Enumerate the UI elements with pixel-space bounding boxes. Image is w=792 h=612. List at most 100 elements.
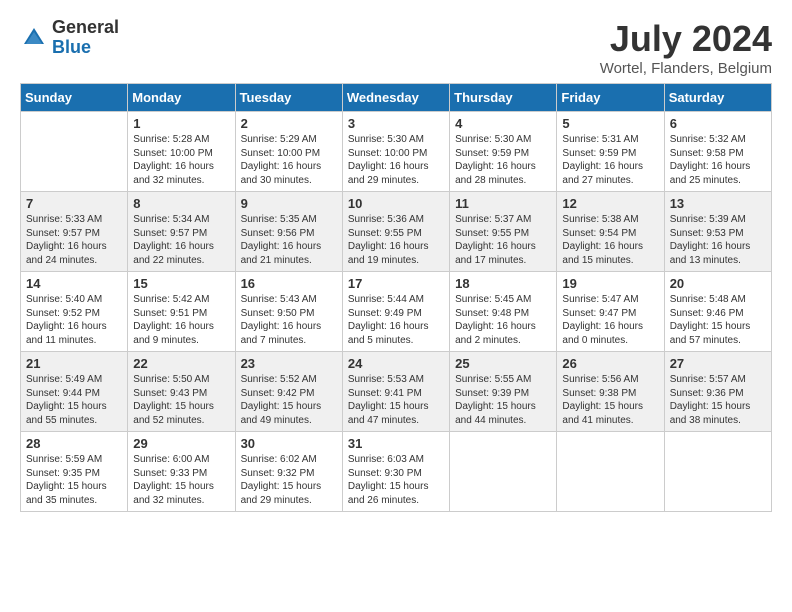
- calendar-cell: 1Sunrise: 5:28 AM Sunset: 10:00 PM Dayli…: [128, 112, 235, 192]
- day-number: 21: [26, 356, 122, 371]
- day-info: Sunrise: 5:49 AM Sunset: 9:44 PM Dayligh…: [26, 373, 122, 427]
- calendar-cell: [450, 432, 557, 512]
- day-info: Sunrise: 5:36 AM Sunset: 9:55 PM Dayligh…: [348, 213, 444, 267]
- day-number: 15: [133, 276, 229, 291]
- day-number: 28: [26, 436, 122, 451]
- day-info: Sunrise: 5:42 AM Sunset: 9:51 PM Dayligh…: [133, 293, 229, 347]
- calendar-cell: 26Sunrise: 5:56 AM Sunset: 9:38 PM Dayli…: [557, 352, 664, 432]
- calendar-cell: 22 Sunrise: 5:50 AM Sunset: 9:43 PM Dayli…: [128, 352, 235, 432]
- day-of-week-header: Tuesday: [235, 84, 342, 112]
- calendar-cell: 19 Sunrise: 5:47 AM Sunset: 9:47 PM Dayli…: [557, 272, 664, 352]
- day-info: Sunrise: 6:03 AM Sunset: 9:30 PM Dayligh…: [348, 453, 444, 507]
- calendar-cell: 2Sunrise: 5:29 AM Sunset: 10:00 PM Dayli…: [235, 112, 342, 192]
- calendar-cell: 24 Sunrise: 5:53 AM Sunset: 9:41 PM Dayli…: [342, 352, 449, 432]
- day-number: 1: [133, 116, 229, 131]
- day-info: Sunrise: 5:35 AM Sunset: 9:56 PM Dayligh…: [241, 213, 337, 267]
- day-info: Sunrise: 6:00 AM Sunset: 9:33 PM Dayligh…: [133, 453, 229, 507]
- day-info: Sunrise: 5:40 AM Sunset: 9:52 PM Dayligh…: [26, 293, 122, 347]
- day-number: 19: [562, 276, 658, 291]
- calendar-cell: 5 Sunrise: 5:31 AM Sunset: 9:59 PM Daylig…: [557, 112, 664, 192]
- calendar-cell: 25 Sunrise: 5:55 AM Sunset: 9:39 PM Dayli…: [450, 352, 557, 432]
- day-info: Sunrise: 5:37 AM Sunset: 9:55 PM Dayligh…: [455, 213, 551, 267]
- day-info: Sunrise: 5:31 AM Sunset: 9:59 PM Dayligh…: [562, 133, 658, 187]
- calendar-cell: [21, 112, 128, 192]
- day-info: Sunrise: 5:57 AM Sunset: 9:36 PM Dayligh…: [670, 373, 766, 427]
- day-number: 31: [348, 436, 444, 451]
- calendar-cell: 13 Sunrise: 5:39 AM Sunset: 9:53 PM Dayli…: [664, 192, 771, 272]
- calendar-cell: [557, 432, 664, 512]
- day-number: 20: [670, 276, 766, 291]
- day-number: 18: [455, 276, 551, 291]
- day-of-week-header: Wednesday: [342, 84, 449, 112]
- day-info: Sunrise: 5:48 AM Sunset: 9:46 PM Dayligh…: [670, 293, 766, 347]
- calendar-table: SundayMondayTuesdayWednesdayThursdayFrid…: [20, 83, 772, 512]
- day-of-week-header: Thursday: [450, 84, 557, 112]
- calendar-cell: 6 Sunrise: 5:32 AM Sunset: 9:58 PM Daylig…: [664, 112, 771, 192]
- calendar-cell: 16Sunrise: 5:43 AM Sunset: 9:50 PM Dayli…: [235, 272, 342, 352]
- day-number: 3: [348, 116, 444, 131]
- calendar-cell: 21 Sunrise: 5:49 AM Sunset: 9:44 PM Dayli…: [21, 352, 128, 432]
- day-number: 5: [562, 116, 658, 131]
- calendar-cell: 17 Sunrise: 5:44 AM Sunset: 9:49 PM Dayli…: [342, 272, 449, 352]
- day-number: 14: [26, 276, 122, 291]
- day-info: Sunrise: 5:53 AM Sunset: 9:41 PM Dayligh…: [348, 373, 444, 427]
- day-number: 25: [455, 356, 551, 371]
- day-number: 12: [562, 196, 658, 211]
- month-year-title: July 2024: [600, 18, 772, 60]
- day-info: Sunrise: 5:44 AM Sunset: 9:49 PM Dayligh…: [348, 293, 444, 347]
- day-number: 29: [133, 436, 229, 451]
- day-number: 4: [455, 116, 551, 131]
- page-header: General Blue July 2024 Wortel, Flanders,…: [10, 10, 782, 83]
- day-number: 6: [670, 116, 766, 131]
- calendar-cell: 9 Sunrise: 5:35 AM Sunset: 9:56 PM Daylig…: [235, 192, 342, 272]
- day-number: 17: [348, 276, 444, 291]
- calendar-cell: 31 Sunrise: 6:03 AM Sunset: 9:30 PM Dayli…: [342, 432, 449, 512]
- calendar-cell: 14 Sunrise: 5:40 AM Sunset: 9:52 PM Dayli…: [21, 272, 128, 352]
- day-info: Sunrise: 5:39 AM Sunset: 9:53 PM Dayligh…: [670, 213, 766, 267]
- day-info: Sunrise: 5:30 AM Sunset: 10:00 PM Daylig…: [348, 133, 444, 187]
- calendar-cell: 18 Sunrise: 5:45 AM Sunset: 9:48 PM Dayli…: [450, 272, 557, 352]
- day-number: 26: [562, 356, 658, 371]
- calendar-cell: [664, 432, 771, 512]
- logo-icon: [20, 24, 48, 52]
- day-number: 11: [455, 196, 551, 211]
- day-info: Sunrise: 5:32 AM Sunset: 9:58 PM Dayligh…: [670, 133, 766, 187]
- logo-general-text: General: [52, 18, 119, 38]
- calendar-cell: 10 Sunrise: 5:36 AM Sunset: 9:55 PM Dayli…: [342, 192, 449, 272]
- day-number: 10: [348, 196, 444, 211]
- day-info: Sunrise: 5:33 AM Sunset: 9:57 PM Dayligh…: [26, 213, 122, 267]
- calendar-cell: 8Sunrise: 5:34 AM Sunset: 9:57 PM Daylig…: [128, 192, 235, 272]
- logo: General Blue: [20, 18, 119, 58]
- calendar-cell: 27 Sunrise: 5:57 AM Sunset: 9:36 PM Dayli…: [664, 352, 771, 432]
- calendar-cell: 28Sunrise: 5:59 AM Sunset: 9:35 PM Dayli…: [21, 432, 128, 512]
- location-text: Wortel, Flanders, Belgium: [600, 60, 772, 77]
- day-info: Sunrise: 5:45 AM Sunset: 9:48 PM Dayligh…: [455, 293, 551, 347]
- logo-blue-text: Blue: [52, 38, 119, 58]
- calendar-cell: 15 Sunrise: 5:42 AM Sunset: 9:51 PM Dayli…: [128, 272, 235, 352]
- logo-text: General Blue: [52, 18, 119, 58]
- calendar-cell: 11 Sunrise: 5:37 AM Sunset: 9:55 PM Dayli…: [450, 192, 557, 272]
- day-number: 7: [26, 196, 122, 211]
- calendar-cell: 30Sunrise: 6:02 AM Sunset: 9:32 PM Dayli…: [235, 432, 342, 512]
- day-of-week-header: Monday: [128, 84, 235, 112]
- day-number: 23: [241, 356, 337, 371]
- day-number: 24: [348, 356, 444, 371]
- day-number: 27: [670, 356, 766, 371]
- day-number: 9: [241, 196, 337, 211]
- calendar-cell: 20 Sunrise: 5:48 AM Sunset: 9:46 PM Dayli…: [664, 272, 771, 352]
- day-info: Sunrise: 6:02 AM Sunset: 9:32 PM Dayligh…: [241, 453, 337, 507]
- calendar-cell: 23Sunrise: 5:52 AM Sunset: 9:42 PM Dayli…: [235, 352, 342, 432]
- day-of-week-header: Sunday: [21, 84, 128, 112]
- calendar-cell: 7 Sunrise: 5:33 AM Sunset: 9:57 PM Daylig…: [21, 192, 128, 272]
- day-info: Sunrise: 5:55 AM Sunset: 9:39 PM Dayligh…: [455, 373, 551, 427]
- day-info: Sunrise: 5:38 AM Sunset: 9:54 PM Dayligh…: [562, 213, 658, 267]
- day-of-week-header: Friday: [557, 84, 664, 112]
- day-info: Sunrise: 5:47 AM Sunset: 9:47 PM Dayligh…: [562, 293, 658, 347]
- title-section: July 2024 Wortel, Flanders, Belgium: [600, 18, 772, 77]
- day-info: Sunrise: 5:30 AM Sunset: 9:59 PM Dayligh…: [455, 133, 551, 187]
- day-info: Sunrise: 5:50 AM Sunset: 9:43 PM Dayligh…: [133, 373, 229, 427]
- day-number: 22: [133, 356, 229, 371]
- day-info: Sunrise: 5:34 AM Sunset: 9:57 PM Dayligh…: [133, 213, 229, 267]
- day-number: 13: [670, 196, 766, 211]
- calendar-cell: 29 Sunrise: 6:00 AM Sunset: 9:33 PM Dayli…: [128, 432, 235, 512]
